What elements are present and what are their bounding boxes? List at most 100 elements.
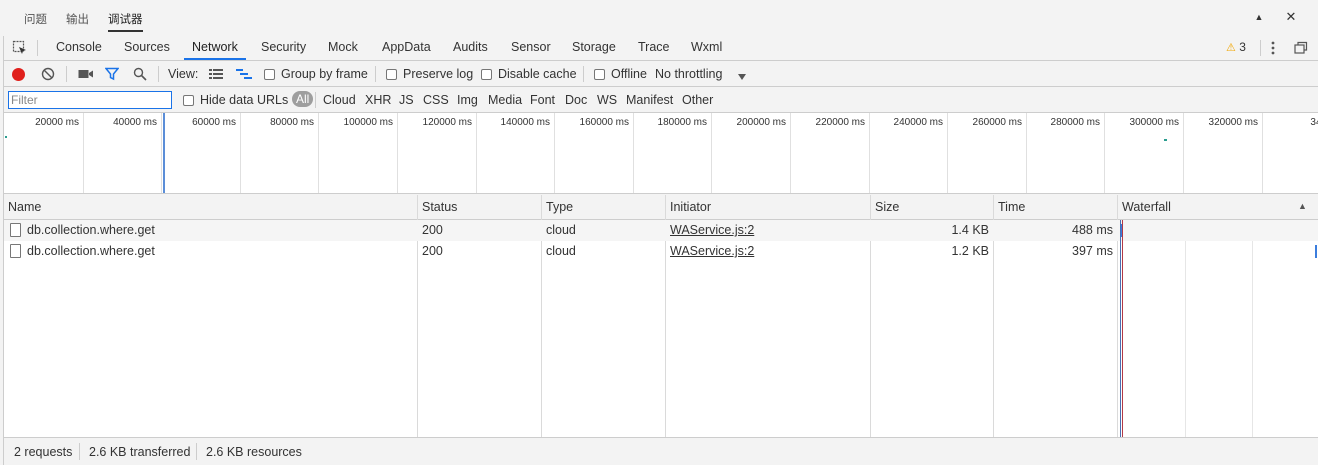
tab-security[interactable]: Security: [261, 40, 306, 54]
type-filter-font[interactable]: Font: [530, 93, 555, 107]
request-type: cloud: [546, 244, 576, 258]
offline-label: Offline: [611, 67, 647, 81]
tab-mock[interactable]: Mock: [328, 40, 358, 54]
overview-tick-label: 260000 ms: [972, 117, 1022, 128]
toolbar-divider: [375, 66, 376, 82]
search-icon[interactable]: [133, 67, 147, 81]
document-icon: [10, 244, 21, 258]
sort-ascending-icon[interactable]: ▲: [1298, 201, 1307, 211]
overview-tick-label: 20000 ms: [35, 117, 79, 128]
transferred-size: 2.6 KB transferred: [89, 445, 191, 459]
panel-tab-problems[interactable]: 问题: [24, 11, 47, 27]
large-rows-icon[interactable]: [209, 68, 223, 80]
column-header-time[interactable]: Time: [994, 195, 1025, 220]
initiator-link[interactable]: WAService.js:2: [670, 244, 754, 258]
collapse-panel-icon[interactable]: ▲: [1250, 8, 1268, 26]
waterfall-bar[interactable]: [1315, 245, 1317, 258]
tab-sensor[interactable]: Sensor: [511, 40, 551, 54]
column-header-name[interactable]: Name: [4, 195, 41, 220]
request-initiator[interactable]: WAService.js:2: [670, 220, 754, 241]
bottom-panel-tabbar: 问题 输出 调试器 ▲ ✕: [0, 0, 1318, 36]
type-filter-xhr[interactable]: XHR: [365, 93, 391, 107]
filter-input[interactable]: [8, 91, 172, 109]
overview-tick-label: 320000 ms: [1208, 117, 1258, 128]
screenshot-icon[interactable]: [78, 68, 94, 80]
column-header-status[interactable]: Status: [418, 195, 457, 220]
overview-tick-label: 280000 ms: [1050, 117, 1100, 128]
close-panel-icon[interactable]: ✕: [1282, 8, 1300, 26]
tab-console[interactable]: Console: [56, 40, 102, 54]
request-initiator[interactable]: WAService.js:2: [670, 241, 754, 262]
undock-icon[interactable]: [1294, 41, 1308, 55]
inspect-element-icon[interactable]: [12, 40, 28, 56]
request-size: 1.4 KB: [951, 223, 989, 237]
column-header-type[interactable]: Type: [542, 195, 573, 220]
request-count: 2 requests: [14, 445, 73, 459]
overview-tick-label: 200000 ms: [736, 117, 786, 128]
tab-appdata[interactable]: AppData: [382, 40, 431, 54]
warning-count: 3: [1239, 40, 1246, 54]
type-filter-css[interactable]: CSS: [423, 93, 449, 107]
status-divider: [79, 443, 80, 460]
overview-tick-label: 240000 ms: [893, 117, 943, 128]
type-filter-all[interactable]: All: [292, 91, 314, 107]
column-header-waterfall[interactable]: Waterfall: [1118, 195, 1171, 220]
overview-tick-label: 40000 ms: [113, 117, 157, 128]
preserve-log-checkbox[interactable]: [386, 69, 397, 80]
tab-network[interactable]: Network: [184, 40, 246, 60]
hide-data-urls-checkbox[interactable]: [183, 95, 194, 106]
status-divider: [196, 443, 197, 460]
type-filter-doc[interactable]: Doc: [565, 93, 587, 107]
table-header: Name Status Type Initiator Size Time Wat…: [4, 195, 1318, 220]
view-label: View:: [168, 67, 199, 81]
network-toolbar: View: Group by frame Preserve log Disabl…: [4, 62, 1318, 87]
column-header-size[interactable]: Size: [871, 195, 899, 220]
request-type: cloud: [546, 223, 576, 237]
network-status-bar: 2 requests 2.6 KB transferred 2.6 KB res…: [4, 437, 1318, 465]
clear-icon[interactable]: [41, 67, 55, 81]
filter-icon[interactable]: [104, 67, 120, 81]
request-name: db.collection.where.get: [27, 223, 155, 237]
column-header-initiator[interactable]: Initiator: [666, 195, 711, 220]
type-filter-img[interactable]: Img: [457, 93, 478, 107]
type-filter-ws[interactable]: WS: [597, 93, 617, 107]
toolbar-divider: [158, 66, 159, 82]
overview-tick-label: 100000 ms: [343, 117, 393, 128]
overview-tick-label: 300000 ms: [1129, 117, 1179, 128]
offline-checkbox[interactable]: [594, 69, 605, 80]
toolbar-divider: [1260, 40, 1261, 56]
request-time: 397 ms: [1072, 244, 1113, 258]
tab-storage[interactable]: Storage: [572, 40, 616, 54]
panel-tab-debugger[interactable]: 调试器: [108, 11, 143, 32]
type-filter-js[interactable]: JS: [399, 93, 414, 107]
warnings-indicator[interactable]: ⚠ 3: [1226, 40, 1246, 54]
tab-audits[interactable]: Audits: [453, 40, 488, 54]
toolbar-divider: [583, 66, 584, 82]
tab-wxml[interactable]: Wxml: [691, 40, 722, 54]
initiator-link[interactable]: WAService.js:2: [670, 223, 754, 237]
record-icon[interactable]: [12, 68, 25, 81]
chevron-down-icon[interactable]: [738, 70, 746, 80]
type-filter-other[interactable]: Other: [682, 93, 713, 107]
overview-request-mark: [1164, 139, 1167, 141]
throttling-select[interactable]: No throttling: [655, 67, 722, 81]
type-filter-manifest[interactable]: Manifest: [626, 93, 673, 107]
request-size: 1.2 KB: [951, 244, 989, 258]
warning-icon: ⚠: [1226, 42, 1236, 54]
panel-tab-output[interactable]: 输出: [66, 11, 89, 27]
network-overview-timeline[interactable]: 20000 ms 40000 ms 60000 ms 80000 ms 100000 m…: [4, 113, 1318, 194]
overview-request-mark: [5, 136, 7, 138]
overview-tick-label: 220000 ms: [815, 117, 865, 128]
tab-sources[interactable]: Sources: [124, 40, 170, 54]
type-filter-cloud[interactable]: Cloud: [323, 93, 356, 107]
type-filter-media[interactable]: Media: [488, 93, 522, 107]
overview-tick-label: 3400(: [1310, 117, 1318, 128]
disable-cache-checkbox[interactable]: [481, 69, 492, 80]
group-by-frame-checkbox[interactable]: [264, 69, 275, 80]
request-name: db.collection.where.get: [27, 244, 155, 258]
tab-trace[interactable]: Trace: [638, 40, 670, 54]
waterfall-view-icon[interactable]: [236, 68, 252, 80]
hide-data-urls-label: Hide data URLs: [200, 93, 289, 107]
overview-tick-label: 180000 ms: [657, 117, 707, 128]
more-options-icon[interactable]: [1270, 40, 1276, 56]
